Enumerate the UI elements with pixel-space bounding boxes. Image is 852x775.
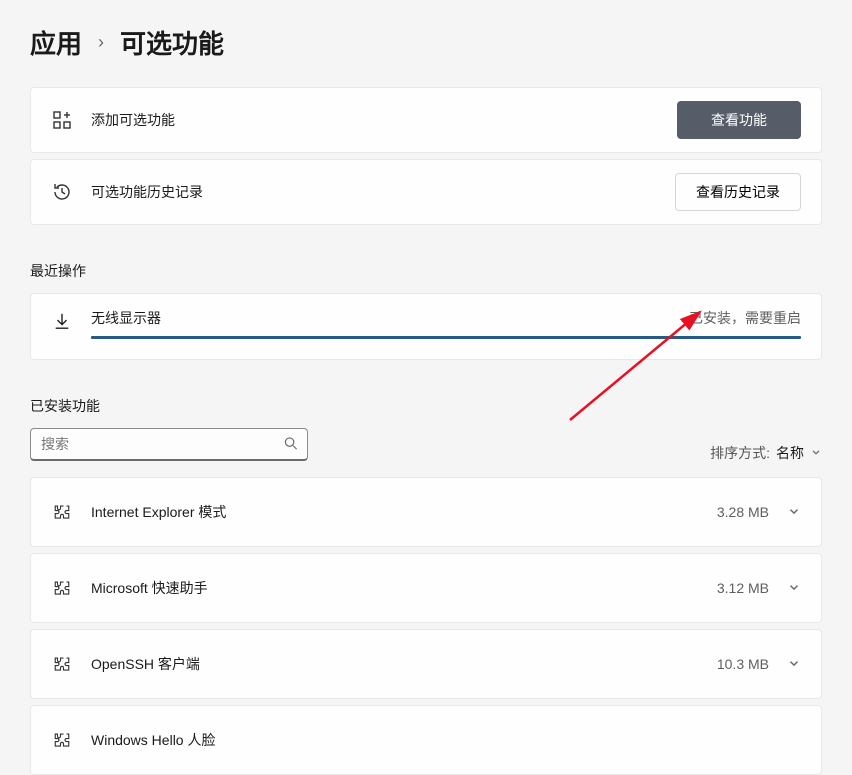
recent-title: 最近操作 xyxy=(30,261,822,281)
sort-value: 名称 xyxy=(776,443,804,463)
feature-size: 10.3 MB xyxy=(717,656,769,672)
view-history-button[interactable]: 查看历史记录 xyxy=(675,173,801,211)
add-feature-card: 添加可选功能 查看功能 xyxy=(30,87,822,153)
feature-size: 3.28 MB xyxy=(717,504,769,520)
progress-bar xyxy=(91,336,801,339)
sort-dropdown[interactable]: 排序方式: 名称 xyxy=(710,443,822,463)
puzzle-icon xyxy=(51,655,73,673)
chevron-down-icon xyxy=(810,445,822,461)
puzzle-icon xyxy=(51,731,73,749)
breadcrumb-parent[interactable]: 应用 xyxy=(30,24,82,61)
feature-row[interactable]: Windows Hello 人脸 xyxy=(30,705,822,775)
puzzle-icon xyxy=(51,579,73,597)
add-feature-label: 添加可选功能 xyxy=(91,110,677,130)
feature-name: Internet Explorer 模式 xyxy=(91,502,717,522)
breadcrumb-sep-icon: › xyxy=(96,32,106,53)
chevron-down-icon xyxy=(787,656,801,673)
feature-name: Microsoft 快速助手 xyxy=(91,578,717,598)
history-card: 可选功能历史记录 查看历史记录 xyxy=(30,159,822,225)
feature-size: 3.12 MB xyxy=(717,580,769,596)
download-icon xyxy=(51,308,73,330)
chevron-down-icon xyxy=(787,580,801,597)
view-features-button[interactable]: 查看功能 xyxy=(677,101,801,139)
feature-row[interactable]: OpenSSH 客户端10.3 MB xyxy=(30,629,822,699)
feature-name: OpenSSH 客户端 xyxy=(91,654,717,674)
recent-item-status: 已安装，需要重启 xyxy=(689,308,801,328)
sort-label: 排序方式: xyxy=(710,443,770,463)
search-input[interactable] xyxy=(30,428,308,461)
recent-item-name: 无线显示器 xyxy=(91,308,161,328)
history-label: 可选功能历史记录 xyxy=(91,182,675,202)
grid-plus-icon xyxy=(51,110,73,130)
chevron-down-icon xyxy=(787,504,801,521)
feature-name: Windows Hello 人脸 xyxy=(91,730,801,750)
puzzle-icon xyxy=(51,503,73,521)
feature-row[interactable]: Microsoft 快速助手3.12 MB xyxy=(30,553,822,623)
search-field[interactable] xyxy=(30,428,308,461)
feature-row[interactable]: Internet Explorer 模式3.28 MB xyxy=(30,477,822,547)
breadcrumb-current: 可选功能 xyxy=(120,24,224,61)
installed-title: 已安装功能 xyxy=(30,396,100,416)
history-icon xyxy=(51,182,73,202)
breadcrumb: 应用 › 可选功能 xyxy=(30,24,822,61)
recent-item-card[interactable]: 无线显示器 已安装，需要重启 xyxy=(30,293,822,360)
